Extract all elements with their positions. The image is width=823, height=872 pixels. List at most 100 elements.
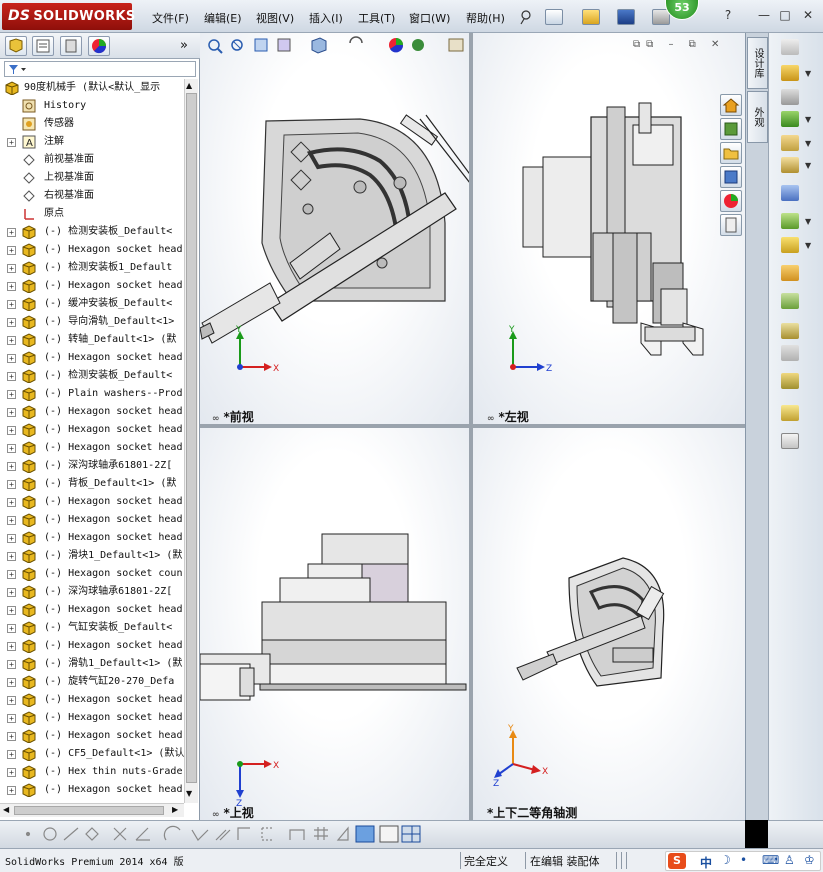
interference-detection-icon[interactable] [781,373,799,389]
hscroll-thumb[interactable] [14,806,164,815]
menu-insert[interactable]: 插入(I) [309,10,343,26]
link-view-icon[interactable]: ∞ [487,414,495,424]
tree-item[interactable]: + (-) Hexagon socket head [0,529,184,547]
expand-toggle-icon[interactable]: + [7,444,16,453]
expand-toggle-icon[interactable]: + [7,660,16,669]
resources-icon[interactable] [720,118,742,140]
expand-toggle-icon[interactable]: + [7,138,16,147]
expand-toggle-icon[interactable]: + [7,696,16,705]
tree-item[interactable]: + (-) Hexagon socket head [0,349,184,367]
assembly-features-icon[interactable] [781,213,799,229]
expand-toggle-icon[interactable]: + [7,354,16,363]
sogou-logo-icon[interactable]: S [668,853,686,869]
instant3d-icon[interactable] [781,433,799,449]
expand-toggle-icon[interactable]: + [7,732,16,741]
tree-item[interactable]: + (-) Hexagon socket coun [0,565,184,583]
menu-file[interactable]: 文件(F) [152,10,189,26]
solidworks-logo[interactable]: DS SOLIDWORKS [2,3,135,30]
tree-item[interactable]: + (-) Hexagon socket head [0,493,184,511]
tree-item[interactable]: + (-) 缓冲安装板_Default< [0,295,184,313]
close-button[interactable]: ✕ [800,9,816,23]
menu-window[interactable]: 窗口(W) [409,10,450,26]
tree-item[interactable]: + (-) Hexagon socket head [0,637,184,655]
ime-toolbar[interactable]: S 中 ☽ • ⌨ ♙ ♔ [665,851,821,871]
tree-item[interactable]: + (-) Hexagon socket head [0,601,184,619]
ime-language[interactable]: 中 [700,854,712,871]
menu-view[interactable]: 视图(V) [256,10,294,26]
tab-display-manager[interactable] [88,36,110,56]
mate-icon[interactable] [781,65,799,81]
tree-item[interactable]: + (-) Hexagon socket head [0,727,184,745]
expand-toggle-icon[interactable]: + [7,714,16,723]
expand-toggle-icon[interactable]: + [7,498,16,507]
expand-toggle-icon[interactable]: + [7,336,16,345]
menu-edit[interactable]: 编辑(E) [204,10,242,26]
expand-toggle-icon[interactable]: + [7,462,16,471]
paperclip-icon[interactable] [781,89,799,105]
expand-toggle-icon[interactable]: + [7,318,16,327]
shirt-icon[interactable]: ♔ [804,853,815,867]
save-icon[interactable] [617,9,635,25]
open-folder-icon[interactable] [582,9,600,25]
expand-toggle-icon[interactable]: + [7,228,16,237]
tab-property-manager[interactable] [32,36,54,56]
tree-item[interactable]: + (-) 背板_Default<1> (默 [0,475,184,493]
viewport-window-controls[interactable]: ⧉⧉ – ⧉ ✕ [633,39,725,50]
new-motion-study-icon[interactable] [781,265,799,281]
tree-item[interactable]: + (-) 深沟球轴承61801-2Z[ [0,583,184,601]
tree-item[interactable]: + (-) 气缸安装板_Default< [0,619,184,637]
expand-toggle-icon[interactable]: + [7,570,16,579]
tab-feature-manager[interactable] [5,36,27,56]
tree-item[interactable]: + (-) Hexagon socket head [0,421,184,439]
expand-toggle-icon[interactable]: + [7,264,16,273]
features-dropdown-icon[interactable]: ▼ [805,217,811,226]
reference-geometry-icon[interactable] [781,237,799,253]
tree-item[interactable]: + (-) CF5_Default<1> (默认 [0,745,184,763]
fastener-dropdown-icon[interactable]: ▼ [805,139,811,148]
menu-tools[interactable]: 工具(T) [358,10,395,26]
expand-toggle-icon[interactable]: + [7,516,16,525]
pin-icon[interactable] [517,9,535,25]
tree-item[interactable]: + (-) 导向滑轨_Default<1> [0,313,184,331]
tree-item[interactable]: + (-) 深沟球轴承61801-2Z[ [0,457,184,475]
viewport-horizontal-splitter[interactable] [200,424,745,428]
tree-vertical-scrollbar[interactable]: ▲ ▼ [184,79,198,803]
viewport-isometric[interactable]: Y X Z *上下二等角轴测 [473,428,745,820]
tree-item[interactable]: + (-) 滑轨1_Default<1> (默 [0,655,184,673]
expand-toggle-icon[interactable]: + [7,246,16,255]
scroll-right-icon[interactable]: ▶ [172,805,178,814]
bill-of-materials-icon[interactable] [781,293,799,309]
expand-toggle-icon[interactable]: + [7,588,16,597]
filter-icon[interactable] [8,64,28,75]
tree-item[interactable]: 上视基准面 [0,169,184,187]
tree-horizontal-scrollbar[interactable]: ◀ ▶ [0,803,184,817]
user-icon[interactable]: ♙ [784,853,795,867]
tree-filter[interactable] [4,61,196,77]
tree-item[interactable]: + A 注解 [0,133,184,151]
tree-item[interactable]: 原点 [0,205,184,223]
expand-toggle-icon[interactable]: + [7,750,16,759]
restore-button[interactable]: □ [777,9,793,23]
home-icon[interactable] [720,94,742,116]
mate-dropdown-icon[interactable]: ▼ [805,69,811,78]
expand-toggle-icon[interactable]: + [7,624,16,633]
file-explorer-icon[interactable] [720,166,742,188]
move-dropdown-icon[interactable]: ▼ [805,161,811,170]
expand-toggle-icon[interactable]: + [7,372,16,381]
scroll-thumb[interactable] [186,93,197,783]
tree-item[interactable]: + (-) Hexagon socket head [0,277,184,295]
menu-help[interactable]: 帮助(H) [466,10,505,26]
expand-toggle-icon[interactable]: + [7,300,16,309]
tree-item[interactable]: + (-) Hexagon socket head [0,781,184,799]
expand-toggle-icon[interactable]: + [7,552,16,561]
half-width-icon[interactable]: ☽ [720,853,731,867]
clearance-verification-icon[interactable] [781,405,799,421]
expand-toggle-icon[interactable]: + [7,606,16,615]
expand-toggle-icon[interactable]: + [7,426,16,435]
tree-item[interactable]: + (-) 检测安装板_Default< [0,223,184,241]
keyboard-icon[interactable]: ⌨ [762,853,779,867]
expand-toggle-icon[interactable]: + [7,534,16,543]
expand-toggle-icon[interactable]: + [7,678,16,687]
tree-item[interactable]: + (-) 滑块1_Default<1> (默 [0,547,184,565]
scroll-down-icon[interactable]: ▼ [186,789,192,798]
